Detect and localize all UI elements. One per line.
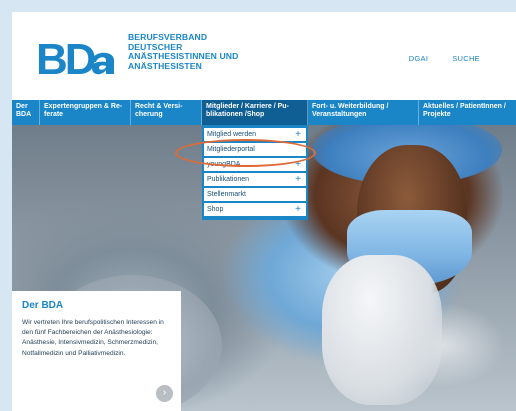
dropdown-item-publikationen[interactable]: Publikationen + xyxy=(204,173,306,186)
bda-logo-icon: BD xyxy=(36,36,114,80)
dropdown-item-youngbda[interactable]: youngBDA + xyxy=(204,158,306,171)
top-links: DGAI SUCHE xyxy=(409,54,480,63)
dropdown-item-label: Shop xyxy=(207,206,224,213)
bda-logo[interactable]: BD BERUFSVERBAND DEUTSCHER ANÄSTHESISTIN… xyxy=(36,32,238,80)
dropdown-item-mitglied-werden[interactable]: Mitglied werden + xyxy=(204,128,306,141)
logo-line-4: ANÄSTHESISTEN xyxy=(128,60,202,71)
plus-icon[interactable]: + xyxy=(295,204,301,215)
nav-item-aktuelles[interactable]: Aktuelles / PatientInnen / Projekte xyxy=(419,100,516,125)
dropdown-item-label: Mitgliederportal xyxy=(207,146,255,153)
svg-text:BD: BD xyxy=(36,36,95,80)
dropdown-item-mitgliederportal[interactable]: Mitgliederportal xyxy=(204,143,306,156)
dropdown-item-label: Stellenmarkt xyxy=(207,191,246,198)
mitglieder-dropdown: Mitglied werden + Mitgliederportal young… xyxy=(202,125,308,220)
dropdown-item-label: Mitglied werden xyxy=(207,131,257,138)
dropdown-item-label: youngBDA xyxy=(207,161,241,168)
dropdown-item-shop[interactable]: Shop + xyxy=(204,203,306,216)
plus-icon[interactable]: + xyxy=(295,174,301,185)
nav-item-der-bda[interactable]: Der BDA xyxy=(12,100,40,125)
card-text: Wir vertreten Ihre berufspolitischen Int… xyxy=(22,319,164,357)
dropdown-item-stellenmarkt[interactable]: Stellenmarkt xyxy=(204,188,306,201)
nav-item-expertengruppen[interactable]: Expertengruppen & Re-ferate xyxy=(40,100,131,125)
dgai-link[interactable]: DGAI xyxy=(409,54,429,63)
web-page: BD BERUFSVERBAND DEUTSCHER ANÄSTHESISTIN… xyxy=(12,12,516,411)
search-link[interactable]: SUCHE xyxy=(452,54,480,63)
chevron-right-icon[interactable]: › xyxy=(156,385,173,402)
nav-item-fortbildung[interactable]: Fort- u. Weiterbildung / Veranstaltungen xyxy=(308,100,419,125)
intro-card: Der BDA Wir vertreten Ihre berufspolitis… xyxy=(12,291,181,411)
logo-wordmark: BERUFSVERBAND DEUTSCHER ANÄSTHESISTINNEN… xyxy=(128,32,288,71)
nav-item-mitglieder[interactable]: Mitglieder / Karriere / Pu-blikationen /… xyxy=(202,100,308,125)
plus-icon[interactable]: + xyxy=(295,159,301,170)
dropdown-item-label: Publikationen xyxy=(207,176,250,183)
hero-glove xyxy=(322,255,442,405)
main-nav: Der BDA Expertengruppen & Re-ferate Rech… xyxy=(12,100,516,125)
plus-icon[interactable]: + xyxy=(295,129,301,140)
nav-item-recht[interactable]: Recht & Versi-cherung xyxy=(131,100,202,125)
card-title: Der BDA xyxy=(22,300,64,311)
